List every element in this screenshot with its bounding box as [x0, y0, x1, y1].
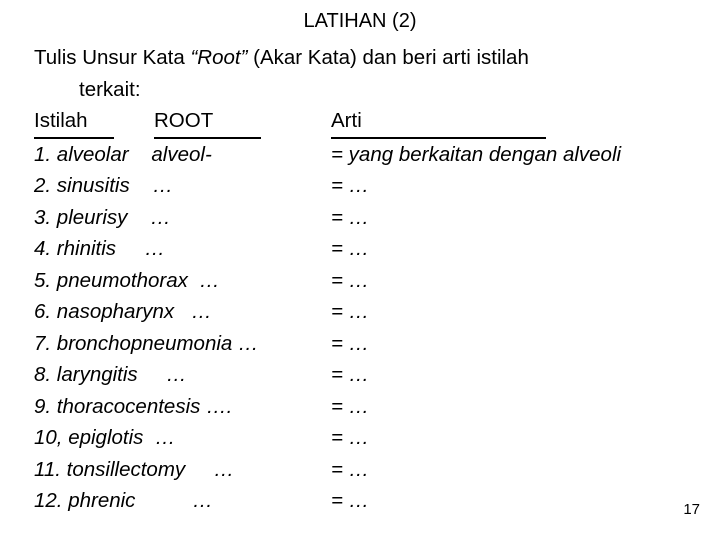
intro-italic-root: “Root”: [190, 46, 248, 69]
term-text: 3. pleurisy: [34, 205, 128, 229]
list-item: 3. pleurisy … = …: [34, 202, 694, 234]
term-text: 5. pneumothorax: [34, 268, 188, 292]
root-text: alveol-: [151, 142, 212, 166]
root-text: ….: [206, 394, 233, 418]
term-text: 9. thoracocentesis: [34, 394, 201, 418]
slide: LATIHAN (2) Tulis Unsur Kata “Root” (Aka…: [0, 0, 720, 540]
root-spacer: [116, 237, 144, 260]
root-text: …: [166, 363, 187, 386]
header-arti: Arti: [331, 105, 546, 139]
header-left-group: Istilah ROOT: [34, 105, 331, 139]
term-root-cell: 9. thoracocentesis ….: [34, 391, 331, 423]
root-spacer: [138, 363, 166, 386]
list-item: 7. bronchopneumonia … = …: [34, 328, 694, 360]
term-root-cell: 10, epiglotis …: [34, 422, 331, 454]
root-text: …: [199, 268, 220, 292]
intro-text: Tulis Unsur Kata “Root” (Akar Kata) dan …: [34, 42, 694, 105]
term-text: 1. alveolar: [34, 142, 129, 166]
term-root-cell: 3. pleurisy …: [34, 202, 331, 234]
list-item: 1. alveolar alveol- = yang berkaitan den…: [34, 139, 694, 171]
root-spacer: [130, 174, 153, 197]
meaning-cell: = …: [331, 363, 370, 386]
term-root-cell: 7. bronchopneumonia …: [34, 328, 331, 360]
column-headers: Istilah ROOT Arti: [34, 105, 694, 139]
meaning-cell: = …: [331, 457, 370, 481]
root-spacer: [129, 143, 152, 166]
intro-part2: (Akar Kata) dan beri arti istilah: [247, 46, 529, 69]
term-text: 7. bronchopneumonia: [34, 331, 233, 355]
root-text: …: [191, 300, 212, 323]
list-item: 4. rhinitis … = …: [34, 233, 694, 265]
root-text: …: [192, 489, 213, 512]
root-spacer: [185, 458, 213, 481]
term-root-cell: 6. nasopharynx …: [34, 296, 331, 328]
list-item: 2. sinusitis … = …: [34, 170, 694, 202]
term-text: 8. laryngitis: [34, 363, 138, 386]
root-text: …: [144, 237, 166, 260]
meaning-cell: = …: [331, 268, 370, 292]
list-item: 5. pneumothorax … = …: [34, 265, 694, 297]
root-spacer: [174, 300, 191, 323]
term-root-cell: 2. sinusitis …: [34, 170, 331, 202]
term-text: 10, epiglotis: [34, 426, 144, 449]
root-text: …: [213, 457, 235, 481]
term-root-cell: 12. phrenic …: [34, 485, 331, 517]
intro-line2: terkait:: [79, 77, 141, 101]
term-text: 6. nasopharynx: [34, 300, 175, 323]
page-number: 17: [683, 501, 700, 518]
root-spacer: [188, 269, 199, 292]
meaning-cell: = …: [331, 331, 370, 355]
page-title: LATIHAN (2): [303, 10, 417, 32]
root-text: …: [150, 205, 171, 229]
root-spacer: [143, 426, 154, 449]
root-text: …: [152, 174, 174, 197]
header-istilah: Istilah: [34, 105, 114, 139]
meaning-cell: = yang berkaitan dengan alveoli: [331, 142, 622, 166]
term-root-cell: 11. tonsillectomy …: [34, 454, 331, 486]
list-item: 11. tonsillectomy … = …: [34, 454, 694, 486]
meaning-cell: = …: [331, 205, 370, 229]
slide-body: Tulis Unsur Kata “Root” (Akar Kata) dan …: [34, 42, 694, 517]
list-item: 8. laryngitis … = …: [34, 359, 694, 391]
term-text: 11. tonsillectomy: [34, 457, 186, 481]
list-item: 6. nasopharynx … = …: [34, 296, 694, 328]
header-right-group: Arti: [331, 105, 694, 139]
term-text: 12. phrenic: [34, 489, 136, 512]
header-root: ROOT: [154, 105, 261, 139]
term-root-cell: 8. laryngitis …: [34, 359, 331, 391]
intro-part1: Tulis Unsur Kata: [34, 46, 191, 69]
meaning-cell: = …: [331, 174, 370, 197]
meaning-cell: = …: [331, 426, 370, 449]
meaning-cell: = …: [331, 237, 370, 260]
list-item: 10, epiglotis … = …: [34, 422, 694, 454]
meaning-cell: = …: [331, 394, 370, 418]
meaning-cell: = …: [331, 300, 370, 323]
root-text: …: [154, 426, 176, 449]
list-item: 12. phrenic … = …: [34, 485, 694, 517]
meaning-cell: = …: [331, 489, 370, 512]
list-item: 9. thoracocentesis …. = …: [34, 391, 694, 423]
root-text: …: [238, 331, 259, 355]
term-root-cell: 1. alveolar alveol-: [34, 139, 331, 171]
root-spacer: [135, 489, 192, 512]
term-text: 4. rhinitis: [34, 237, 117, 260]
term-root-cell: 5. pneumothorax …: [34, 265, 331, 297]
term-root-cell: 4. rhinitis …: [34, 233, 331, 265]
term-text: 2. sinusitis: [34, 174, 130, 197]
root-spacer: [127, 206, 150, 229]
